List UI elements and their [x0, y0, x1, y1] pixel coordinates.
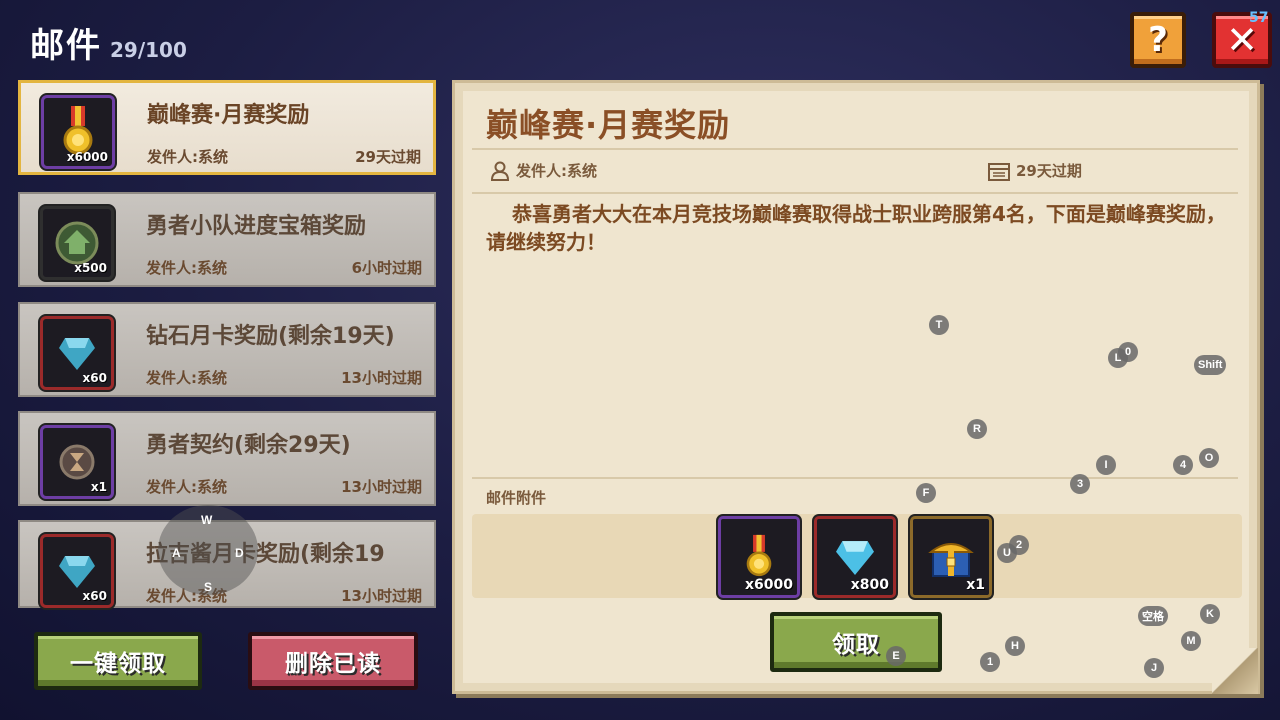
joystick-down-key: S	[204, 580, 213, 594]
mail-expiry: 6小时过期	[351, 259, 422, 277]
diamond-icon	[59, 338, 95, 370]
fps-counter: 57	[1249, 10, 1269, 26]
key-hint-o: O	[1199, 448, 1219, 468]
key-hint-m: M	[1181, 631, 1201, 651]
help-button[interactable]: ?	[1130, 12, 1186, 68]
delete-read-label: 删除已读	[285, 651, 381, 677]
mail-item-2[interactable]: x500 勇者小队进度宝箱奖励 发件人:系统 6小时过期	[18, 192, 436, 287]
key-hint-r: R	[967, 419, 987, 439]
mail-expiry: 13小时过期	[341, 478, 422, 496]
claim-all-label: 一键领取	[70, 651, 166, 677]
claim-button[interactable]: 领取	[770, 612, 942, 672]
claim-label: 领取	[832, 632, 880, 658]
key-hint-1: 1	[980, 652, 1000, 672]
diamond-icon	[836, 541, 874, 575]
hourglass-icon	[59, 444, 95, 480]
question-icon: ?	[1148, 20, 1168, 60]
attachment-quantity: x1	[966, 577, 985, 593]
mail-title: 巅峰赛·月赛奖励	[147, 103, 310, 128]
medal-icon	[746, 534, 772, 577]
key-hint-f: F	[916, 483, 936, 503]
item-quantity: x6000	[66, 150, 108, 164]
detail-sender-text: 发件人:系统	[516, 162, 597, 180]
mail-expiry: 29天过期	[355, 148, 421, 166]
mail-sender: 发件人:系统	[146, 478, 227, 496]
key-hint-3: 3	[1070, 474, 1090, 494]
detail-expiry-text: 29天过期	[1016, 162, 1082, 180]
divider	[472, 192, 1238, 194]
claim-all-button[interactable]: 一键领取	[34, 632, 202, 690]
mail-item-3[interactable]: x60 钻石月卡奖励(剩余19天) 发件人:系统 13小时过期	[18, 302, 436, 397]
key-hint-space: 空格	[1138, 606, 1168, 626]
attachment-slot-3[interactable]: x1	[910, 516, 992, 598]
key-hint-2: 2	[1009, 535, 1029, 555]
mail-expiry: 13小时过期	[341, 587, 422, 605]
mail-item-icon: x6000	[41, 95, 115, 169]
virtual-joystick[interactable]: W A D S	[158, 505, 258, 595]
mail-body: 恭喜勇者大大在本月竞技场巅峰赛取得战士职业跨服第4名，下面是巅峰赛奖励，请继续努…	[486, 202, 1226, 254]
item-quantity: x60	[82, 589, 107, 603]
page-title: 邮件	[30, 26, 102, 66]
attachment-slot-2[interactable]: x800	[814, 516, 896, 598]
mail-sender: 发件人:系统	[146, 369, 227, 387]
attachment-slot-1[interactable]: x6000	[718, 516, 800, 598]
mail-item-4[interactable]: x1 勇者契约(剩余29天) 发件人:系统 13小时过期	[18, 411, 436, 506]
item-quantity: x60	[82, 371, 107, 385]
mail-item-icon: x60	[40, 316, 114, 390]
page-curl	[1212, 648, 1258, 694]
detail-sender: 发件人:系统	[490, 160, 597, 181]
key-hint-t: T	[929, 315, 949, 335]
key-hint-i: I	[1096, 455, 1116, 475]
mail-header: 邮件 29/100	[30, 18, 187, 67]
mail-item-icon: x1	[40, 425, 114, 499]
house-icon	[55, 221, 99, 265]
mail-title: 勇者小队进度宝箱奖励	[146, 214, 367, 239]
mail-sender: 发件人:系统	[147, 148, 228, 166]
joystick-up-key: W	[201, 513, 213, 527]
delete-read-button[interactable]: 删除已读	[248, 632, 418, 690]
key-hint-j: J	[1144, 658, 1164, 678]
joystick-left-key: A	[172, 546, 181, 560]
key-hint-h: H	[1005, 636, 1025, 656]
attachments-label: 邮件附件	[486, 489, 547, 507]
joystick-right-key: D	[235, 546, 244, 560]
detail-expiry: 29天过期	[988, 160, 1082, 181]
mail-sender: 发件人:系统	[146, 259, 227, 277]
mail-count: 29/100	[110, 38, 187, 62]
mail-item-1[interactable]: x6000 巅峰赛·月赛奖励 发件人:系统 29天过期	[18, 80, 436, 175]
divider	[472, 477, 1238, 479]
item-quantity: x1	[90, 480, 107, 494]
diamond-icon	[59, 556, 95, 588]
mail-title: 勇者契约(剩余29天)	[146, 433, 351, 458]
key-hint-4: 4	[1173, 455, 1193, 475]
calendar-icon	[988, 162, 1010, 181]
mail-expiry: 13小时过期	[341, 369, 422, 387]
mail-item-icon: x60	[40, 534, 114, 608]
key-hint-e: E	[886, 646, 906, 666]
mail-title: 钻石月卡奖励(剩余19天)	[146, 324, 395, 349]
key-hint-k: K	[1200, 604, 1220, 624]
mail-detail-title: 巅峰赛·月赛奖励	[486, 106, 731, 144]
attachment-quantity: x800	[850, 577, 889, 593]
attachment-quantity: x6000	[745, 577, 793, 593]
key-hint-shift: Shift	[1194, 355, 1227, 375]
treasure-chest-icon	[928, 543, 974, 577]
key-hint-0: 0	[1118, 342, 1138, 362]
person-icon	[490, 161, 510, 181]
item-quantity: x500	[74, 261, 107, 275]
divider	[472, 148, 1238, 150]
mail-item-icon: x500	[40, 206, 114, 280]
